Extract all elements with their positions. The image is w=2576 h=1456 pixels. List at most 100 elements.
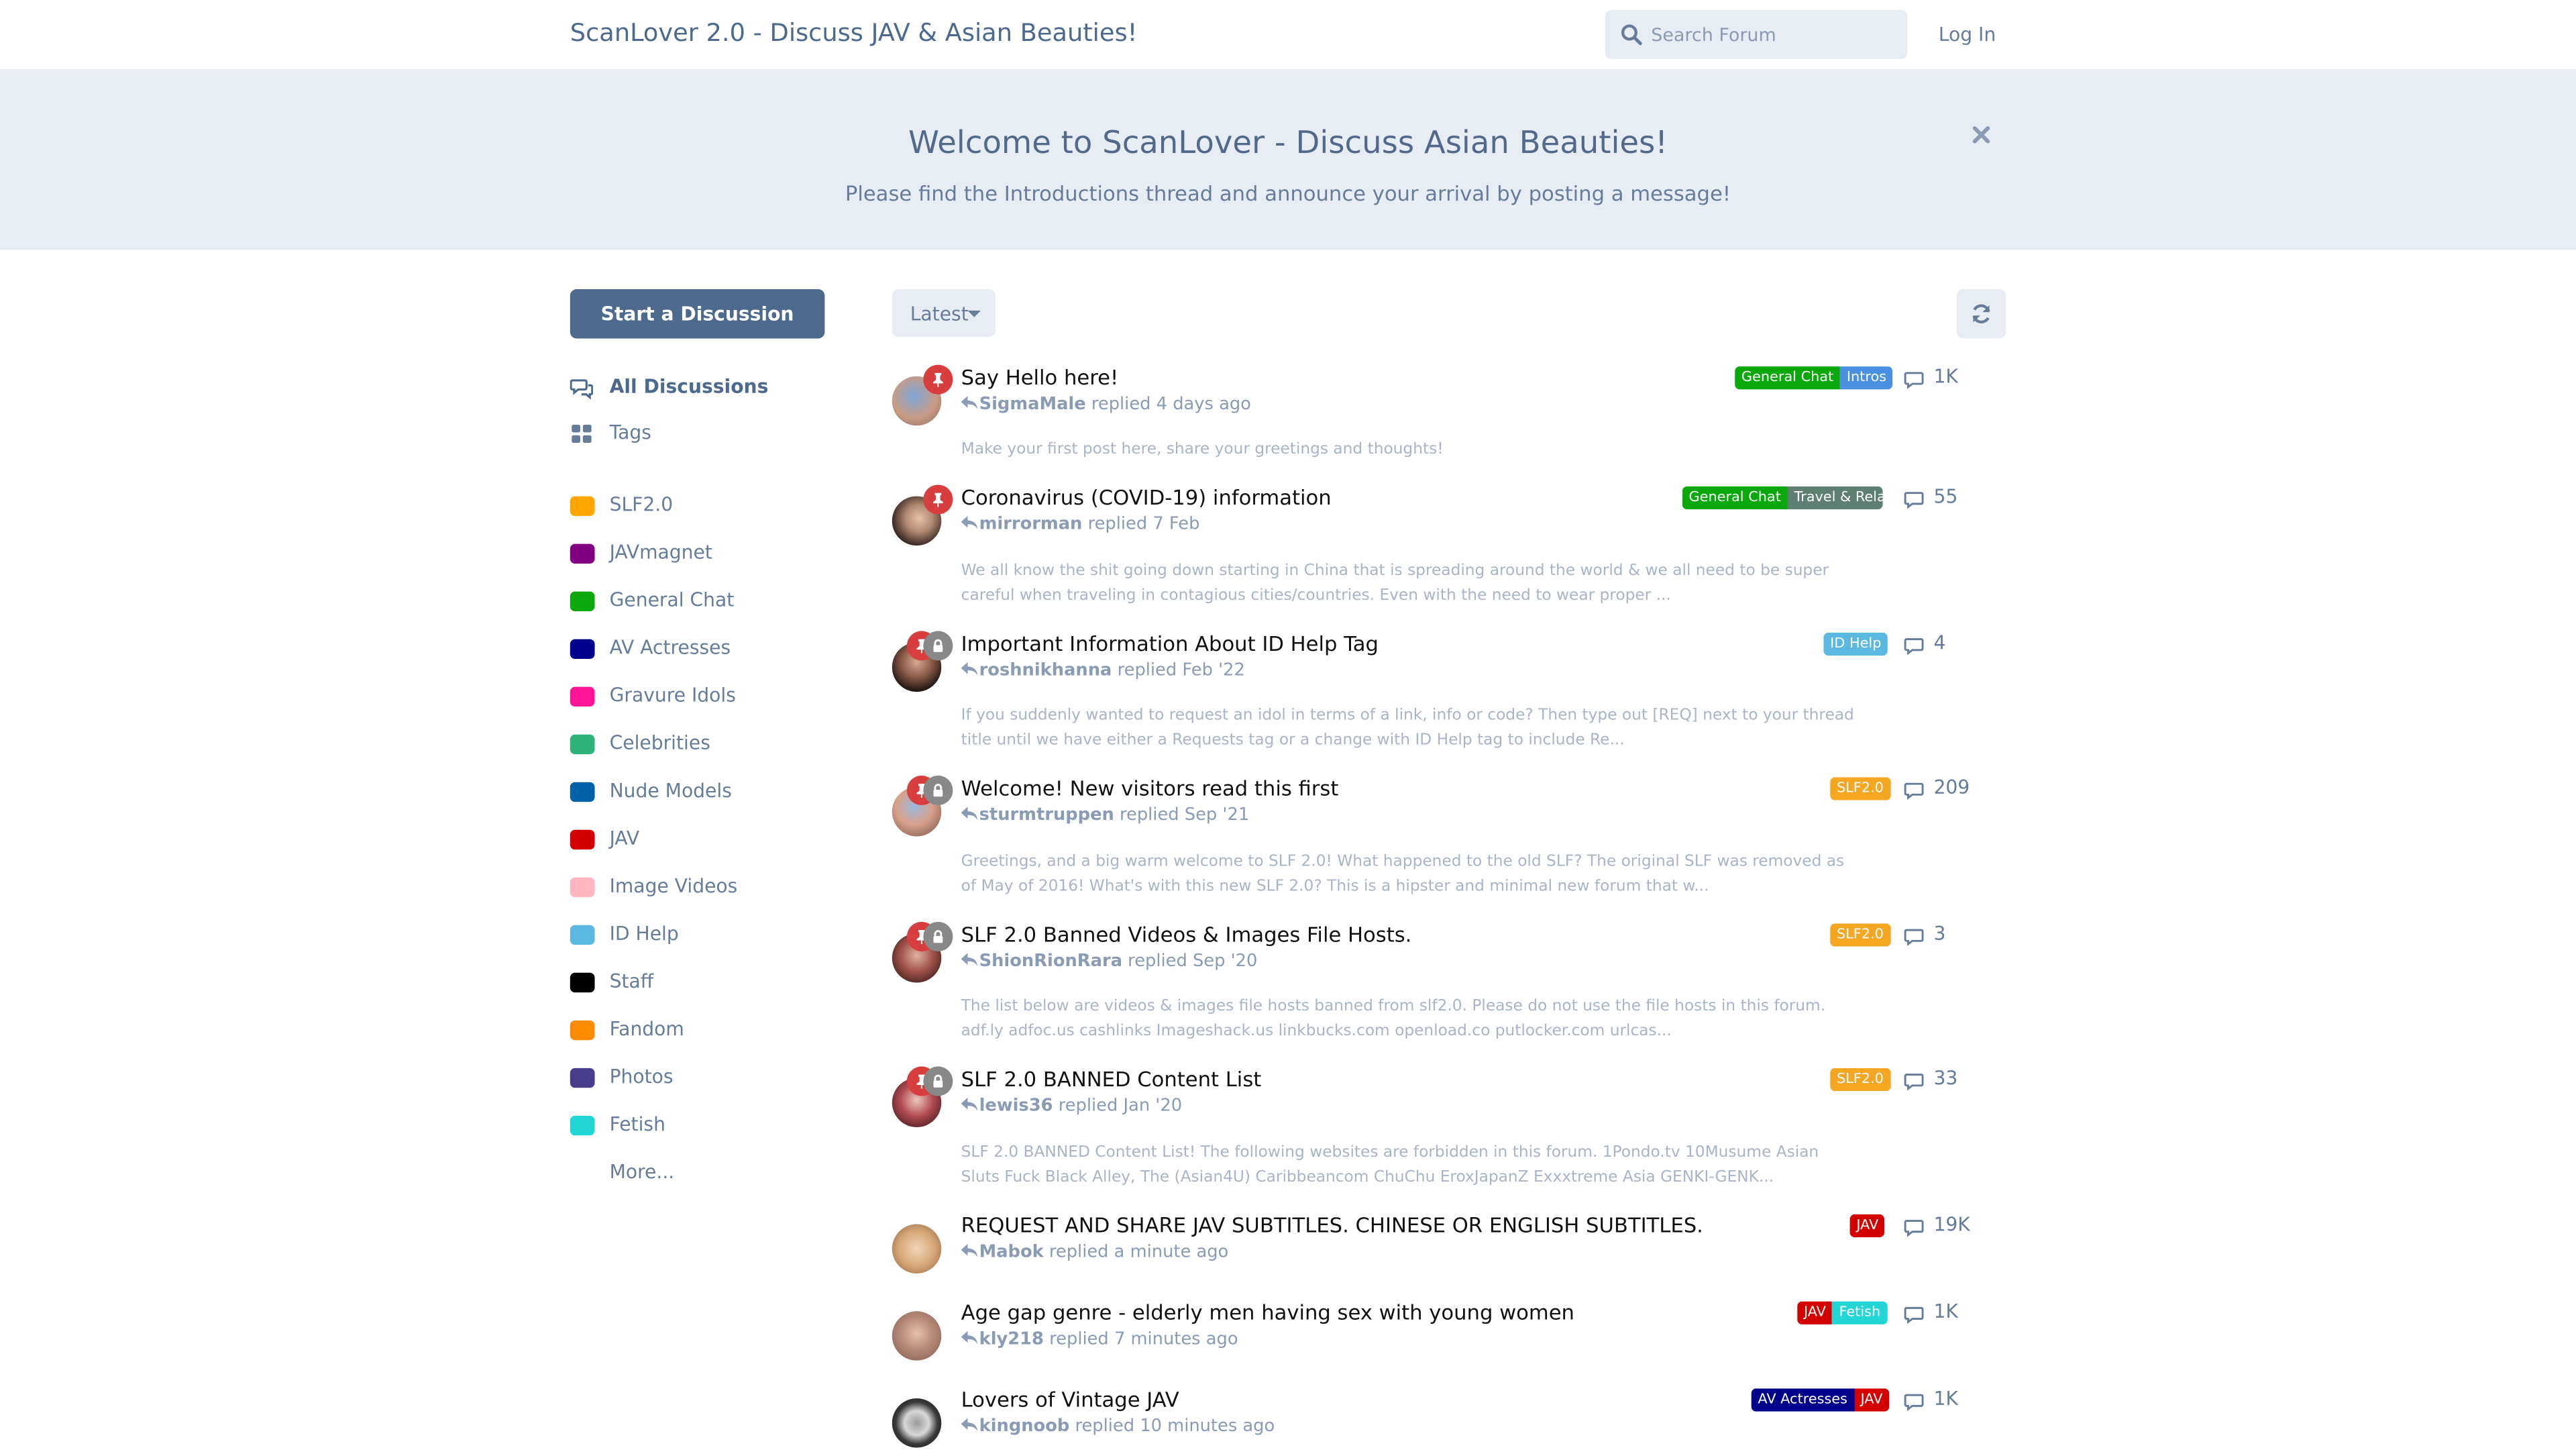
tag-label[interactable]: Intros [1840,366,1893,390]
discussion-tags: SLF2.0 [1830,777,1890,800]
thumbtack-icon [933,372,943,387]
discussion-title[interactable]: Lovers of Vintage JAV [961,1387,1179,1412]
reply-count-value: 1K [1933,1300,1958,1323]
discussion-tags: JAV [1849,1214,1886,1238]
reply-count-value: 1K [1933,364,1958,388]
tag-color-swatch [570,1115,595,1136]
reply-count-value: 4 [1933,631,1946,654]
discussion-time: Jan '20 [1123,1096,1183,1116]
tag-label[interactable]: SLF2.0 [1830,777,1890,800]
tag-color-swatch [570,1020,595,1041]
tag-color-swatch [570,591,595,612]
discussion-title[interactable]: Welcome! New visitors read this first [961,776,1339,800]
tag-label: Image Videos [609,874,738,898]
tag-label[interactable]: Travel & Relat [1787,486,1883,510]
reply-icon [961,953,978,967]
discussion-user[interactable]: ShionRionRara [979,951,1122,971]
sort-label: Latest [910,302,969,325]
tag-label: Staff [609,969,654,993]
discussion-user[interactable]: lewis36 [979,1096,1053,1115]
reply-icon [961,1418,978,1432]
discussion-meta: roshnikhanna replied Feb '22 [961,660,1245,680]
reply-action: replied [1117,660,1177,680]
discussion-title[interactable]: SLF 2.0 BANNED Content List [961,1066,1262,1091]
discussion-tags: AV Actresses JAV [1751,1388,1890,1412]
tag-label[interactable]: Fetish [1832,1301,1887,1324]
tag-color-swatch [570,543,595,564]
discussion-user[interactable]: mirrorman [979,515,1083,534]
tag-label[interactable]: JAV [1854,1388,1890,1412]
discussion-user[interactable]: sturmtruppen [979,805,1114,825]
reply-action: replied [1049,1242,1109,1262]
discussion-meta: kingnoob replied 10 minutes ago [961,1416,1275,1436]
avatar[interactable] [892,1311,942,1361]
reply-action: replied [1087,514,1148,534]
discussion-title[interactable]: REQUEST AND SHARE JAV SUBTITLES. CHINESE… [961,1212,1703,1237]
discussion-tags: ID Help [1823,632,1888,656]
discussion-title[interactable]: Coronavirus (COVID-19) information [961,484,1332,509]
discussion-user[interactable]: kly218 [979,1329,1044,1349]
tag-color-swatch [570,686,595,707]
tag-label: JAVmagnet [609,540,712,564]
pinned-badge [923,364,953,395]
discussion-excerpt: Greetings, and a big warm welcome to SLF… [961,853,1845,895]
tag-label: AV Actresses [609,635,731,660]
avatar[interactable] [892,1224,942,1273]
tag-label[interactable]: General Chat [1682,486,1788,510]
tag-label[interactable]: JAV [1849,1214,1886,1238]
reply-action: replied [1049,1329,1109,1349]
discussion-title[interactable]: Age gap genre - elderly men having sex w… [961,1300,1574,1324]
refresh-button[interactable] [1956,289,2006,339]
reply-count-value: 1K [1933,1386,1958,1410]
tag-label: Photos [609,1064,674,1088]
tag-color-swatch [570,782,595,802]
tag-label[interactable]: ID Help [1823,632,1888,656]
discussion-meta: lewis36 replied Jan '20 [961,1096,1183,1116]
discussion-title[interactable]: Say Hello here! [961,365,1119,390]
discussion-title[interactable]: Important Information About ID Help Tag [961,631,1379,656]
reply-count-value: 19K [1933,1212,1970,1236]
discussion-meta: ShionRionRara replied Sep '20 [961,951,1257,972]
tag-label[interactable]: AV Actresses [1751,1388,1854,1412]
tag-label[interactable]: General Chat [1735,366,1841,390]
tag-label: Gravure Idols [609,683,736,707]
reply-action: replied [1058,1096,1118,1116]
tag-label: Fetish [609,1112,665,1136]
tag-color-swatch [570,925,595,945]
start-discussion-button[interactable]: Start a Discussion [570,289,825,339]
tag-label[interactable]: JAV [1797,1301,1833,1324]
discussion-title[interactable]: SLF 2.0 Banned Videos & Images File Host… [961,922,1412,947]
nav-label: Tags [609,420,651,444]
tag-color-swatch [570,734,595,755]
avatar[interactable] [892,1398,942,1448]
discussion-user[interactable]: SigmaMale [979,395,1086,414]
discussion-user[interactable]: kingnoob [979,1416,1070,1436]
comment-icon [1904,492,1924,509]
site-title[interactable]: ScanLover 2.0 - Discuss JAV & Asian Beau… [570,18,1138,48]
tag-label: JAV [609,826,640,850]
sort-dropdown[interactable]: Latest [892,289,996,337]
close-icon[interactable] [1970,123,1992,146]
tags-grid-icon [572,425,592,444]
discussion-excerpt: If you suddenly wanted to request an ido… [961,707,1854,749]
login-button[interactable]: Log In [1939,23,1996,46]
discussion-excerpt: Make your first post here, share your gr… [961,440,1444,459]
comment-icon [1904,372,1924,389]
discussion-excerpt: The list below are videos & images file … [961,997,1826,1039]
discussion-tags: SLF2.0 [1830,1068,1890,1092]
refresh-icon [1972,304,1990,323]
reply-action: replied [1128,951,1187,972]
discussion-user[interactable]: roshnikhanna [979,660,1112,680]
thumbtack-icon [933,492,943,507]
tag-color-swatch [570,639,595,660]
site-header: ScanLover 2.0 - Discuss JAV & Asian Beau… [0,0,2576,71]
tag-label[interactable]: SLF2.0 [1830,923,1890,947]
tag-label: Celebrities [609,731,710,755]
tag-color-swatch [570,496,595,516]
reply-icon [961,1331,978,1345]
hero-title: Welcome to ScanLover - Discuss Asian Bea… [908,125,1668,162]
search-box[interactable] [1605,9,1908,60]
tag-label[interactable]: SLF2.0 [1830,1068,1890,1092]
search-input[interactable] [1651,19,1898,50]
discussion-user[interactable]: Mabok [979,1242,1044,1261]
